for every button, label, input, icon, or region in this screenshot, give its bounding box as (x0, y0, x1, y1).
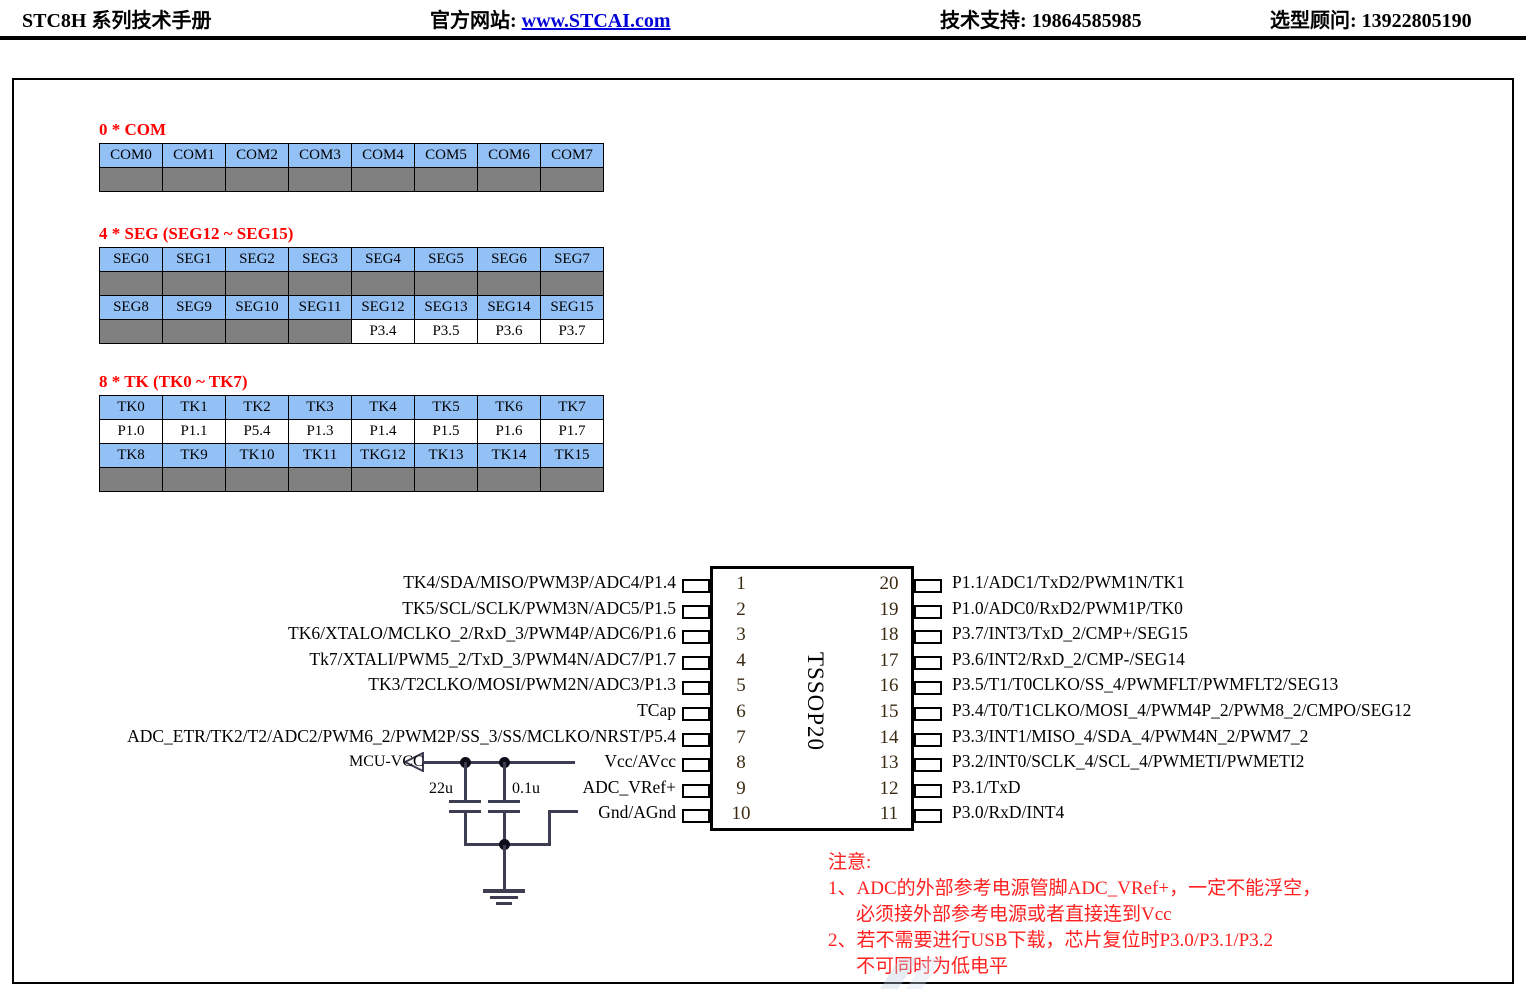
cap2-plate-top (488, 800, 520, 803)
gnd-elbow-horizontal (548, 810, 578, 813)
note-line-2: 2、若不需要进行USB下载，芯片复位时P3.0/P3.1/P3.2 (828, 930, 1273, 951)
ground-bar-2 (490, 896, 518, 899)
note-line-1: 1、ADC的外部参考电源管脚ADC_VRef+，一定不能浮空， (828, 878, 1322, 899)
vcc-rail-wire (420, 761, 575, 764)
ground-stem (503, 845, 506, 889)
power-supply-circuit: MCU-VCC 22u 0.1u (0, 0, 1526, 989)
ground-bar-1 (483, 889, 525, 893)
cap1-plate-top (449, 800, 481, 803)
ground-bar-3 (496, 902, 512, 905)
note-line-2b: 不可同时为低电平 (856, 956, 1009, 977)
warning-note: 注意: 1、ADC的外部参考电源管脚ADC_VRef+，一定不能浮空， 必须接外… (828, 850, 1321, 980)
gnd-elbow-vertical (548, 812, 551, 845)
cap1-bottom-lead (464, 812, 467, 845)
cap2-value-label: 0.1u (512, 780, 540, 797)
cap1-top-lead (464, 762, 467, 800)
note-heading: 注意: (828, 852, 872, 873)
note-line-1b: 必须接外部参考电源或者直接连到Vcc (856, 904, 1172, 925)
cap1-value-label: 22u (429, 780, 453, 797)
cap2-top-lead (503, 762, 506, 800)
mcu-vcc-label: MCU-VCC (349, 753, 424, 770)
